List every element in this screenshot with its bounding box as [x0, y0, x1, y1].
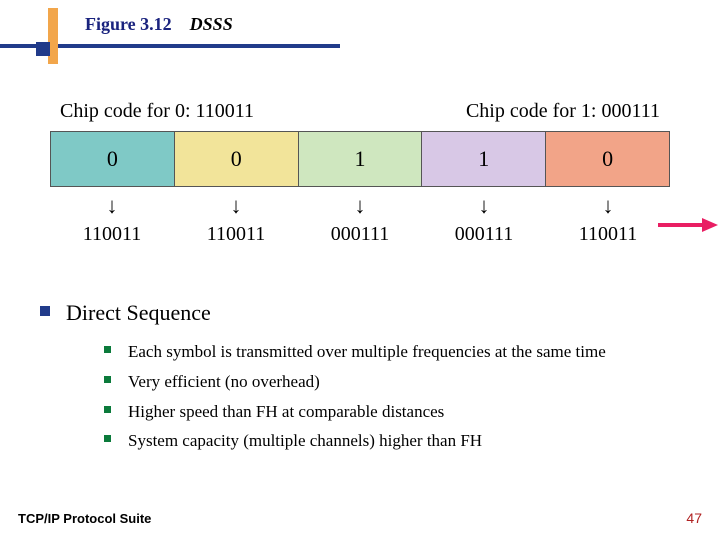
chip-code-labels: Chip code for 0: 110011 Chip code for 1:… [60, 100, 660, 123]
bit-boxes: 0 0 1 1 0 [50, 131, 670, 187]
figure-number: Figure 3.12 [85, 14, 172, 34]
slide-header: Figure 3.12 DSSS [0, 0, 720, 56]
level2-item: System capacity (multiple channels) high… [104, 429, 678, 453]
bit-box: 0 [546, 132, 669, 186]
chip-code-0-label: Chip code for 0: 110011 [60, 100, 254, 123]
bit-box: 0 [51, 132, 175, 186]
page-number: 47 [686, 510, 702, 526]
bit-box: 1 [299, 132, 423, 186]
figure-caption: DSSS [190, 14, 233, 34]
chip-code-value: 000111 [422, 223, 546, 246]
down-arrows-row: ↓ ↓ ↓ ↓ ↓ [50, 195, 670, 217]
level1-item: Direct Sequence Each symbol is transmitt… [38, 300, 678, 453]
bit-box: 1 [422, 132, 546, 186]
section-heading: Direct Sequence [66, 300, 211, 325]
level2-item: Very efficient (no overhead) [104, 370, 678, 394]
down-arrow-icon: ↓ [546, 195, 670, 217]
level2-item: Each symbol is transmitted over multiple… [104, 340, 678, 364]
level2-item: Higher speed than FH at comparable dista… [104, 400, 678, 424]
chip-codes-row: 110011 110011 000111 000111 110011 [50, 223, 670, 246]
chip-code-value: 000111 [298, 223, 422, 246]
footer-source: TCP/IP Protocol Suite [18, 511, 151, 526]
down-arrow-icon: ↓ [298, 195, 422, 217]
dsss-figure: Chip code for 0: 110011 Chip code for 1:… [50, 100, 670, 246]
chip-code-value: 110011 [50, 223, 174, 246]
header-accent-blue [36, 42, 50, 56]
down-arrow-icon: ↓ [174, 195, 298, 217]
down-arrow-icon: ↓ [422, 195, 546, 217]
down-arrow-icon: ↓ [50, 195, 174, 217]
chip-code-value: 110011 [546, 223, 670, 246]
level1-list: Direct Sequence Each symbol is transmitt… [38, 300, 678, 453]
slide-content: Direct Sequence Each symbol is transmitt… [38, 300, 678, 463]
chip-code-value: 110011 [174, 223, 298, 246]
chip-code-1-label: Chip code for 1: 000111 [466, 100, 660, 123]
slide-title: Figure 3.12 DSSS [85, 14, 233, 35]
sequence-arrow-icon [658, 218, 718, 232]
level2-list: Each symbol is transmitted over multiple… [104, 340, 678, 453]
bit-box: 0 [175, 132, 299, 186]
